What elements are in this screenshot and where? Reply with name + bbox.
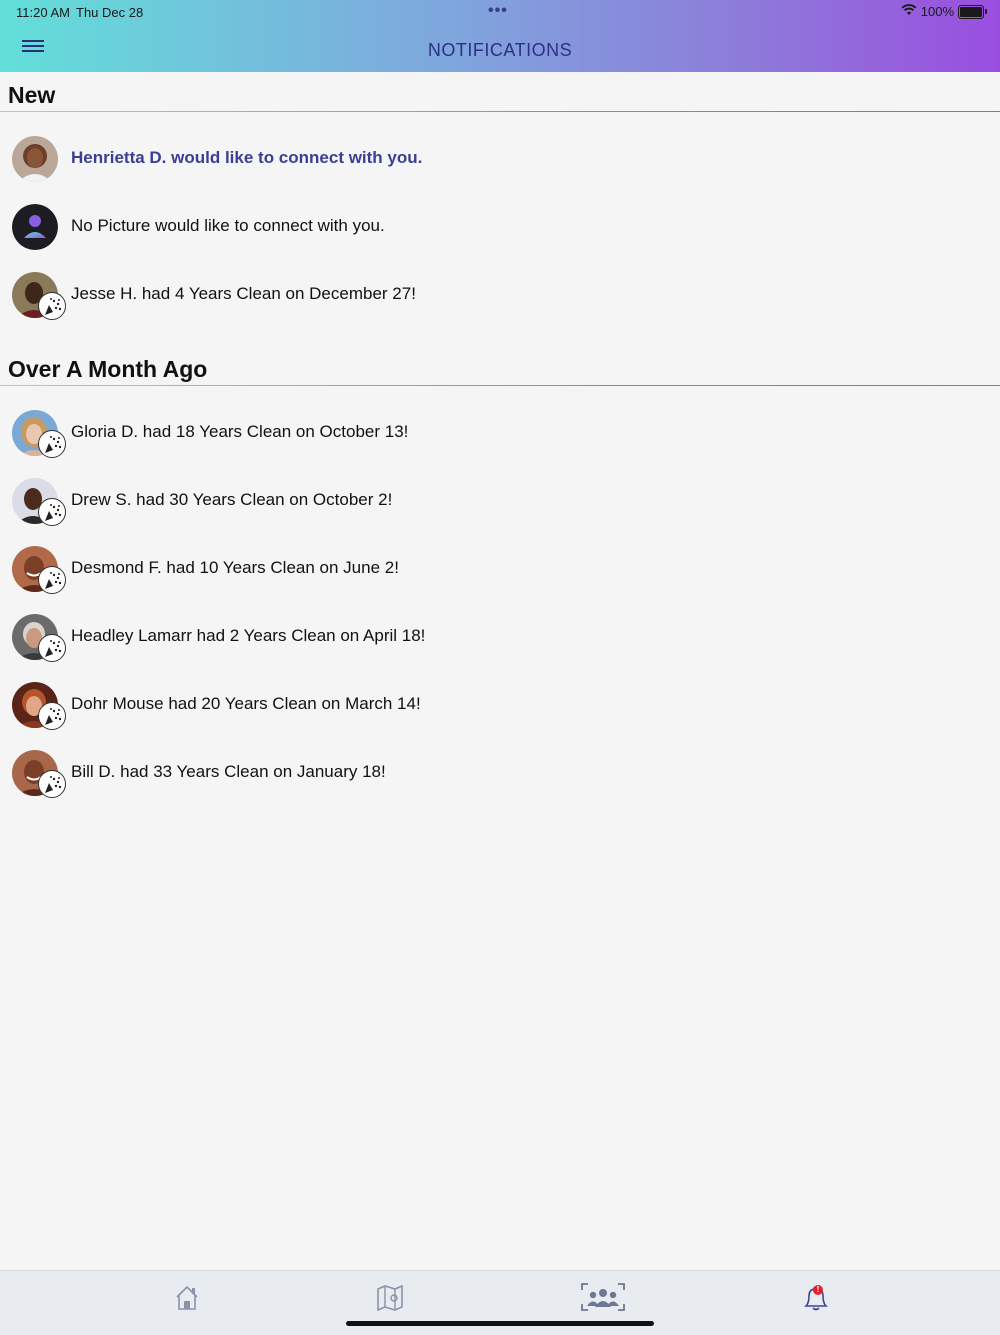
header-bar: 11:20 AM Thu Dec 28 ••• 100% NOTIFICATIO… <box>0 0 1000 72</box>
notification-text: Henrietta D. would like to connect with … <box>71 148 423 167</box>
notification-text: No Picture would like to connect with yo… <box>71 216 385 235</box>
notification-text: Dohr Mouse had 20 Years Clean on March 1… <box>71 694 421 713</box>
status-time: 11:20 AM <box>16 5 70 20</box>
cake-badge-icon <box>38 292 66 320</box>
section-title-older: Over A Month Ago <box>8 356 208 382</box>
cake-badge-icon <box>38 430 66 458</box>
status-date: Thu Dec 28 <box>76 5 144 20</box>
notification-row[interactable]: Gloria D. had 18 Years Clean on October … <box>0 402 1000 464</box>
notification-text: Bill D. had 33 Years Clean on January 18… <box>71 762 386 781</box>
cake-badge-icon <box>38 566 66 594</box>
home-indicator <box>346 1321 654 1326</box>
notification-row[interactable]: No Picture would like to connect with yo… <box>0 196 1000 258</box>
battery-percent: 100% <box>920 4 954 19</box>
notification-row[interactable]: Jesse H. had 4 Years Clean on December 2… <box>0 264 1000 326</box>
home-icon[interactable] <box>167 1281 207 1313</box>
map-icon[interactable] <box>370 1281 410 1313</box>
notification-text: Gloria D. had 18 Years Clean on October … <box>71 422 409 441</box>
notification-row[interactable]: Henrietta D. would like to connect with … <box>0 128 1000 190</box>
notification-row[interactable]: Dohr Mouse had 20 Years Clean on March 1… <box>0 674 1000 736</box>
notification-text: Desmond F. had 10 Years Clean on June 2! <box>71 558 399 577</box>
cake-badge-icon <box>38 702 66 730</box>
status-indicators: 100% <box>901 4 987 19</box>
section-title-new: New <box>8 82 56 108</box>
bell-icon[interactable]: ! <box>796 1281 836 1313</box>
avatar-placeholder[interactable] <box>12 204 58 250</box>
section-divider <box>0 111 1000 112</box>
notification-row[interactable]: Headley Lamarr had 2 Years Clean on Apri… <box>0 606 1000 668</box>
cake-badge-icon <box>38 770 66 798</box>
section-divider <box>0 385 1000 386</box>
group-icon[interactable] <box>580 1281 626 1313</box>
battery-icon <box>958 4 987 19</box>
notification-row[interactable]: Bill D. had 33 Years Clean on January 18… <box>0 742 1000 804</box>
notification-text: Jesse H. had 4 Years Clean on December 2… <box>71 284 416 303</box>
notification-row[interactable]: Desmond F. had 10 Years Clean on June 2! <box>0 538 1000 600</box>
notification-text: Drew S. had 30 Years Clean on October 2! <box>71 490 393 509</box>
multitasking-dots[interactable]: ••• <box>488 2 508 20</box>
notification-badge: ! <box>813 1285 823 1295</box>
wifi-icon <box>901 4 917 19</box>
cake-badge-icon <box>38 634 66 662</box>
cake-badge-icon <box>38 498 66 526</box>
notification-row[interactable]: Drew S. had 30 Years Clean on October 2! <box>0 470 1000 532</box>
avatar[interactable] <box>12 136 58 182</box>
notification-text: Headley Lamarr had 2 Years Clean on Apri… <box>71 626 426 645</box>
page-title: NOTIFICATIONS <box>427 40 573 60</box>
